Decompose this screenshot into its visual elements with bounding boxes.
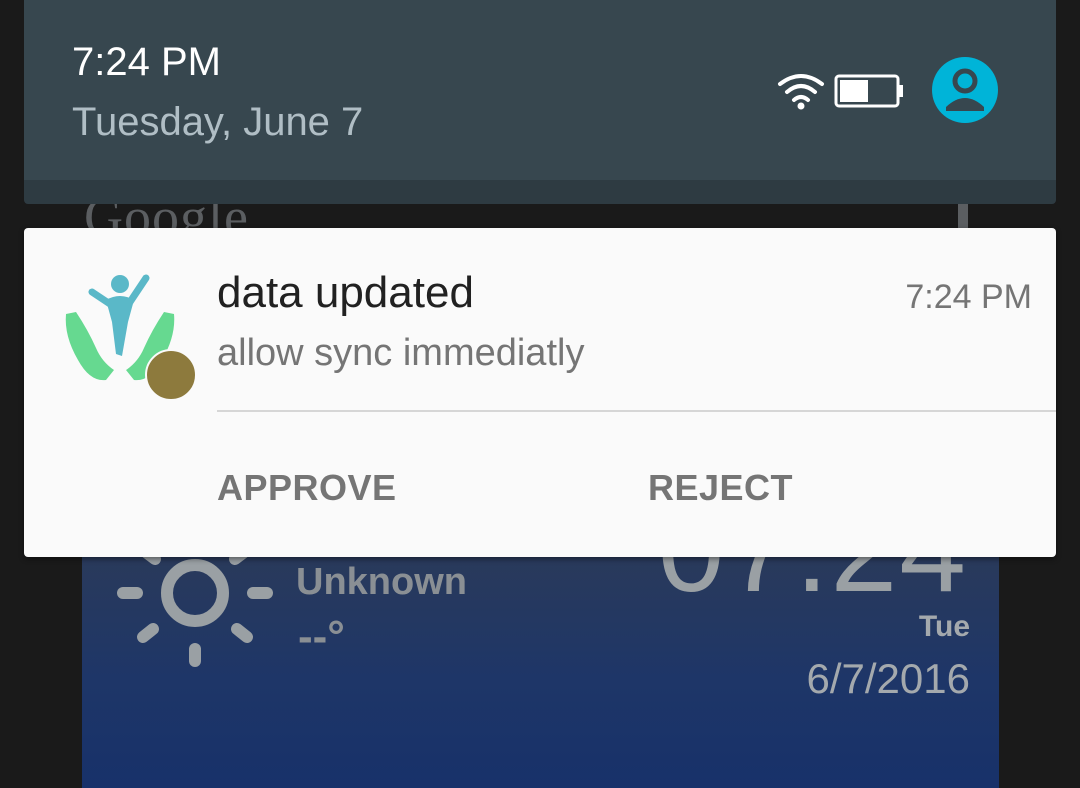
header-date[interactable]: Tuesday, June 7 — [72, 100, 363, 145]
notification-text: allow sync immediatly — [217, 332, 585, 374]
app-badge-icon — [145, 349, 197, 401]
weather-temperature: --° — [298, 612, 345, 661]
notification-title: data updated — [217, 268, 474, 317]
clock-widget-date: 6/7/2016 — [806, 655, 971, 702]
notification-shade-header[interactable]: 7:24 PM Tuesday, June 7 — [24, 0, 1056, 180]
clock-widget-day: Tue — [918, 610, 970, 643]
notification-card[interactable]: data updated 7:24 PM allow sync immediat… — [24, 228, 1056, 557]
approve-button[interactable]: APPROVE — [217, 448, 397, 528]
weather-condition: Unknown — [296, 561, 467, 603]
battery-icon — [834, 74, 903, 108]
notification-divider — [217, 410, 1056, 412]
notification-time: 7:24 PM — [905, 278, 1032, 316]
header-shadow-strip — [24, 180, 1056, 204]
header-time: 7:24 PM — [72, 40, 221, 84]
lock-screen: Google Unknown --° 07:24 Tue 6/7/2016 7:… — [0, 0, 1080, 788]
user-avatar-icon[interactable] — [932, 57, 998, 123]
wifi-icon — [778, 74, 824, 110]
reject-button[interactable]: REJECT — [648, 448, 793, 528]
sun-icon — [117, 547, 273, 667]
